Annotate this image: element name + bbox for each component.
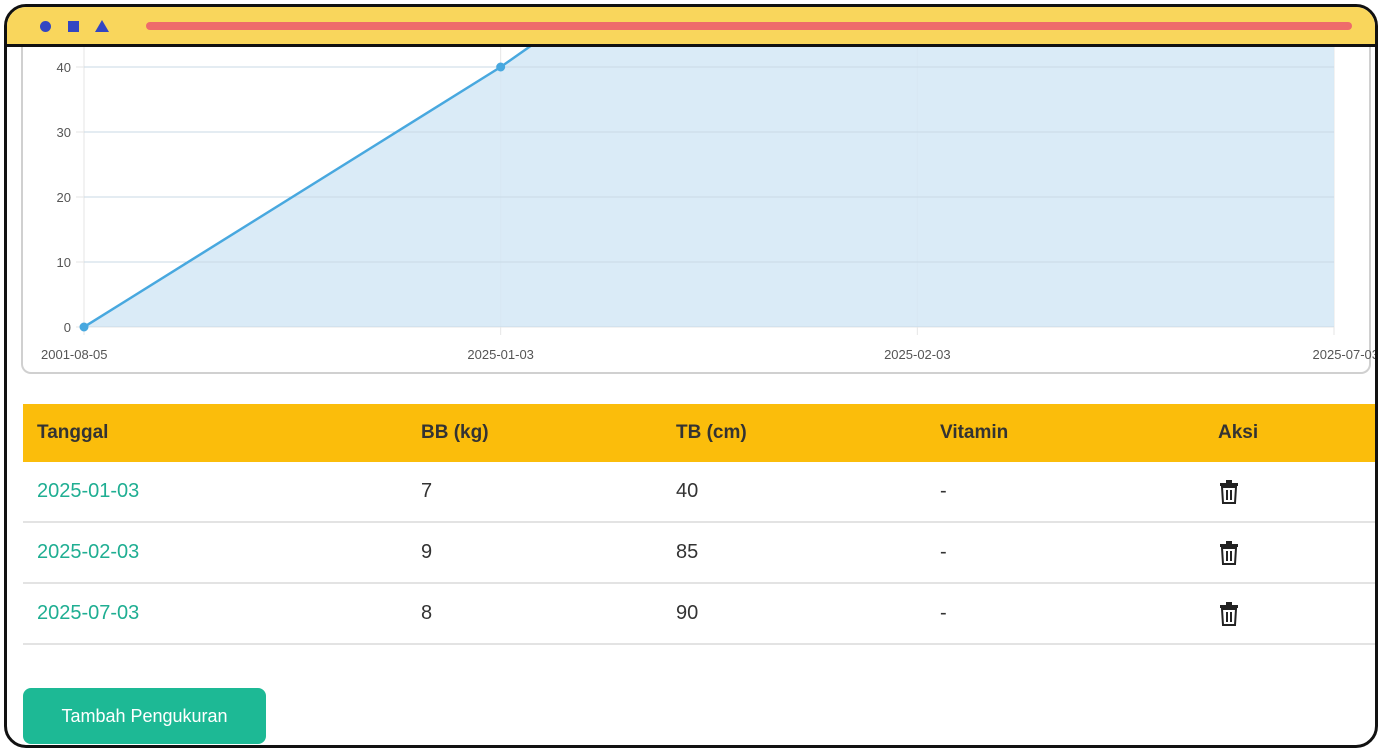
height-cell: 40: [676, 480, 699, 502]
table-header: Tanggal BB (kg) TB (cm) Vitamin Aksi: [23, 404, 1375, 462]
vitamin-cell: -: [940, 602, 947, 624]
y-tick-label: 0: [64, 320, 71, 335]
vitamin-cell: -: [940, 480, 947, 502]
trash-icon[interactable]: [1218, 602, 1240, 632]
weight-cell: 7: [421, 480, 433, 502]
square-icon: [68, 21, 79, 32]
table-row: 2025-01-03 7 40 -: [23, 462, 1375, 523]
x-tick-label: 2025-02-03: [884, 347, 951, 362]
x-tick-label: 2025-01-03: [467, 347, 534, 362]
address-bar[interactable]: [146, 22, 1352, 30]
header-tb: TB (cm): [676, 422, 747, 443]
y-tick-label: 40: [57, 60, 71, 75]
weight-cell: 9: [421, 541, 433, 563]
header-aksi: Aksi: [1218, 422, 1259, 443]
date-link[interactable]: 2025-07-03: [37, 602, 139, 625]
data-point[interactable]: [79, 322, 89, 332]
header-bb: BB (kg): [421, 422, 489, 443]
table-row: 2025-07-03 8 90 -: [23, 584, 1375, 645]
x-tick-label: 2001-08-05: [41, 347, 108, 362]
height-cell: 85: [676, 541, 699, 563]
y-tick-label: 30: [57, 125, 71, 140]
trash-icon[interactable]: [1218, 541, 1240, 571]
window-titlebar: [7, 7, 1375, 47]
measurement-table: Tanggal BB (kg) TB (cm) Vitamin Aksi 202…: [23, 404, 1375, 645]
y-tick-label: 20: [57, 190, 71, 205]
triangle-icon: [95, 20, 109, 32]
growth-chart-card: 2001-08-05 2025-01-03 2025-02-03 2025-07-03…: [21, 45, 1375, 374]
x-tick-label: 2025-07-03: [1313, 347, 1379, 362]
growth-chart: 2001-08-05 2025-01-03 2025-02-03 2025-07-03…: [41, 47, 1379, 362]
weight-cell: 8: [421, 602, 433, 624]
table-row: 2025-02-03 9 85 -: [23, 523, 1375, 584]
browser-window: 2001-08-05 2025-01-03 2025-02-03 2025-07-03…: [4, 4, 1378, 748]
series-area: [84, 47, 1334, 327]
height-cell: 90: [676, 602, 699, 624]
data-point[interactable]: [496, 62, 506, 72]
trash-icon[interactable]: [1218, 480, 1240, 510]
circle-icon: [40, 21, 51, 32]
date-link[interactable]: 2025-01-03: [37, 480, 139, 503]
date-link[interactable]: 2025-02-03: [37, 541, 139, 564]
header-vitamin: Vitamin: [940, 422, 1009, 443]
header-tanggal: Tanggal: [37, 422, 109, 443]
add-measurement-button[interactable]: Tambah Pengukuran: [23, 688, 266, 744]
vitamin-cell: -: [940, 541, 947, 563]
y-tick-label: 10: [57, 255, 71, 270]
